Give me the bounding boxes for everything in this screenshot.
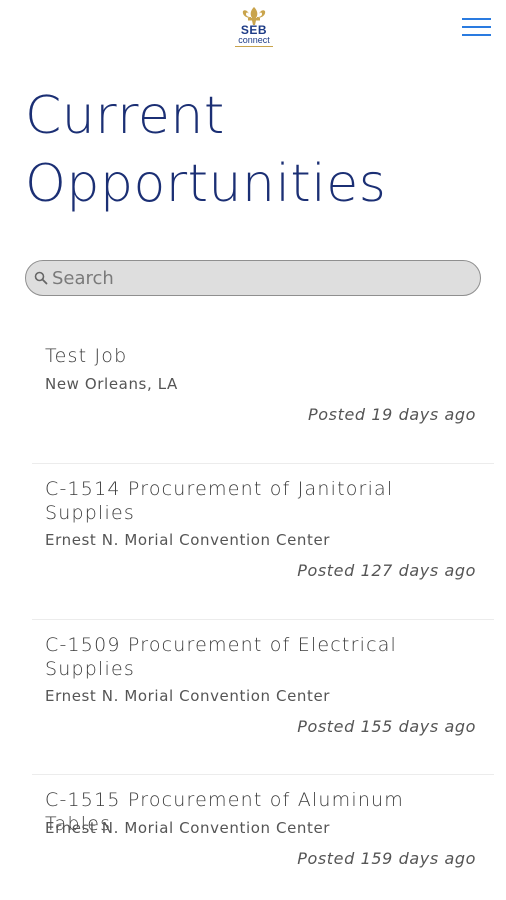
job-posted: Posted 159 days ago (297, 849, 476, 868)
job-item-test-job[interactable]: Test Job New Orleans, LA Posted 19 days … (32, 335, 494, 455)
divider (32, 619, 494, 620)
job-item-c-1509[interactable]: C-1509 Procurement of Electrical Supplie… (32, 622, 494, 772)
page-title-line-2: Opportunities (25, 154, 387, 214)
menu-bar-middle (462, 26, 491, 28)
seb-connect-logo[interactable]: SEB connect (230, 6, 278, 56)
job-item-c-1515[interactable]: C-1515 Procurement of Aluminum Tables Er… (32, 777, 494, 887)
divider (32, 463, 494, 464)
page-title: Current Opportunities (25, 82, 485, 218)
job-title: Test Job (45, 345, 128, 367)
job-posted: Posted 19 days ago (308, 405, 476, 424)
job-location: Ernest N. Morial Convention Center (45, 687, 331, 705)
hamburger-menu-icon[interactable] (460, 16, 494, 40)
job-title: C-1509 Procurement of Electrical Supplie… (45, 634, 398, 680)
logo-underline (235, 46, 273, 47)
job-title: C-1514 Procurement of Janitorial Supplie… (45, 478, 394, 524)
search-input[interactable] (52, 261, 472, 295)
job-location: Ernest N. Morial Convention Center (45, 819, 331, 837)
menu-bar-top (462, 18, 491, 20)
search-icon (34, 271, 48, 285)
search-bar[interactable] (25, 260, 481, 296)
page-title-line-1: Current (25, 86, 225, 146)
job-posted: Posted 127 days ago (297, 561, 476, 580)
divider (32, 774, 494, 775)
job-item-c-1514[interactable]: C-1514 Procurement of Janitorial Supplie… (32, 466, 494, 616)
app-header: SEB connect (0, 0, 506, 62)
menu-bar-bottom (462, 34, 491, 36)
job-location: New Orleans, LA (45, 375, 178, 393)
job-posted: Posted 155 days ago (297, 717, 476, 736)
logo-subtext: connect (238, 35, 270, 45)
job-location: Ernest N. Morial Convention Center (45, 531, 331, 549)
